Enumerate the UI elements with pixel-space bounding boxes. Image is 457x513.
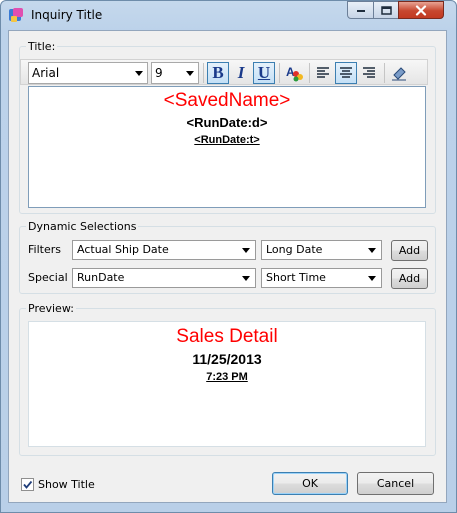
filters-format-select[interactable]: Long Date: [261, 240, 382, 260]
underline-button[interactable]: U: [253, 62, 275, 84]
close-button[interactable]: [398, 1, 444, 19]
chevron-down-icon: [186, 71, 194, 76]
font-name-value: Arial: [32, 66, 60, 80]
special-add-label: Add: [398, 272, 421, 285]
dynamic-selections-label: Dynamic Selections: [26, 220, 139, 233]
eraser-icon: [392, 67, 406, 81]
align-left-icon: [317, 67, 329, 78]
align-center-button[interactable]: [335, 62, 357, 84]
minimize-icon: [356, 10, 365, 12]
filters-label: Filters: [28, 243, 61, 256]
align-right-icon: [363, 67, 375, 78]
bold-icon: B: [212, 63, 224, 82]
show-title-label[interactable]: Show Title: [38, 478, 95, 491]
font-name-combo[interactable]: Arial: [28, 62, 148, 84]
maximize-icon: [380, 5, 392, 15]
special-field-value: RunDate: [77, 271, 125, 284]
app-icon: [9, 8, 23, 22]
special-format-value: Short Time: [266, 271, 326, 284]
bold-button[interactable]: B: [207, 62, 229, 84]
filters-field-select[interactable]: Actual Ship Date: [72, 240, 256, 260]
editor-line-run-time: <RunDate:t>: [194, 134, 260, 146]
chevron-down-icon: [242, 276, 250, 281]
preview-line-date: 11/25/2013: [192, 351, 262, 367]
show-title-checkbox[interactable]: [21, 478, 34, 491]
check-icon: [23, 480, 33, 489]
font-color-icon: A: [286, 65, 303, 82]
title-group-label: Title:: [26, 40, 58, 53]
preview-group-label: Preview:: [26, 302, 76, 315]
special-format-select[interactable]: Short Time: [261, 268, 382, 288]
special-add-button[interactable]: Add: [391, 268, 428, 289]
font-color-button[interactable]: A: [283, 62, 305, 84]
preview-line-time: 7:23 PM: [206, 371, 248, 383]
special-field-select[interactable]: RunDate: [72, 268, 256, 288]
filters-add-label: Add: [398, 244, 421, 257]
maximize-button[interactable]: [373, 1, 399, 19]
toolbar-separator: [384, 63, 385, 83]
toolbar-separator: [203, 63, 204, 83]
italic-icon: I: [237, 63, 245, 82]
chevron-down-icon: [368, 248, 376, 253]
toolbar-separator: [309, 63, 310, 83]
preview-area: Sales Detail 11/25/2013 7:23 PM: [28, 321, 426, 447]
font-size-value: 9: [155, 66, 163, 80]
chevron-down-icon: [242, 248, 250, 253]
window-title: Inquiry Title: [31, 8, 103, 22]
special-label: Special: [28, 271, 68, 284]
cancel-button[interactable]: Cancel: [357, 472, 434, 495]
underline-icon: U: [257, 63, 271, 82]
italic-button[interactable]: I: [230, 62, 252, 84]
chevron-down-icon: [135, 71, 143, 76]
editor-line-saved-name: <SavedName>: [163, 90, 291, 111]
align-right-button[interactable]: [358, 62, 380, 84]
cancel-label: Cancel: [376, 477, 415, 490]
chevron-down-icon: [368, 276, 376, 281]
title-bar[interactable]: Inquiry Title: [1, 1, 456, 29]
minimize-button[interactable]: [347, 1, 374, 19]
filters-format-value: Long Date: [266, 243, 323, 256]
preview-line-title: Sales Detail: [176, 326, 278, 347]
filters-field-value: Actual Ship Date: [77, 243, 169, 256]
title-editor[interactable]: <SavedName> <RunDate:d> <RunDate:t>: [28, 86, 426, 208]
align-center-icon: [340, 67, 352, 78]
close-icon: [415, 4, 427, 16]
font-size-combo[interactable]: 9: [151, 62, 199, 84]
clear-format-button[interactable]: [388, 62, 410, 84]
ok-label: OK: [302, 477, 318, 490]
filters-add-button[interactable]: Add: [391, 240, 428, 261]
editor-line-run-date: <RunDate:d>: [186, 115, 268, 130]
align-left-button[interactable]: [312, 62, 334, 84]
toolbar-separator: [279, 63, 280, 83]
svg-text:A: A: [286, 65, 295, 79]
ok-button[interactable]: OK: [272, 472, 348, 495]
